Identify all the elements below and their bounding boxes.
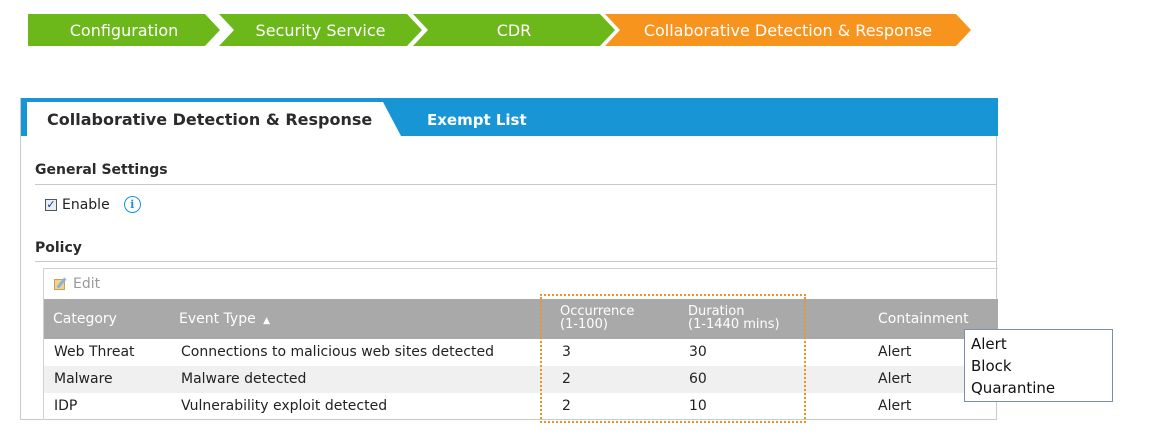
- edit-icon: [54, 276, 68, 291]
- tab-label: Exempt List: [427, 111, 527, 129]
- enable-label: Enable: [62, 196, 110, 213]
- dropdown-option-block[interactable]: Block: [971, 355, 1106, 377]
- section-divider: [35, 261, 997, 262]
- cell-containment[interactable]: Alert: [878, 398, 911, 414]
- cell-event-type: Connections to malicious web sites detec…: [181, 344, 494, 360]
- breadcrumb-label: Security Service: [255, 20, 386, 40]
- dropdown-option-quarantine[interactable]: Quarantine: [971, 377, 1106, 399]
- table-row[interactable]: IDP Vulnerability exploit detected 2 10 …: [44, 393, 998, 420]
- info-icon[interactable]: i: [123, 196, 141, 213]
- breadcrumb-configuration[interactable]: Configuration: [28, 14, 220, 46]
- containment-dropdown[interactable]: Alert Block Quarantine: [964, 329, 1113, 402]
- tab-exempt-list[interactable]: Exempt List: [427, 106, 527, 134]
- column-header-label: Event Type: [179, 311, 256, 327]
- tab-bar: Collaborative Detection & Response Exemp…: [21, 98, 998, 136]
- policy-title: Policy: [35, 240, 82, 256]
- general-settings-title: General Settings: [35, 162, 168, 178]
- cell-containment[interactable]: Alert: [878, 371, 911, 387]
- cell-category: Malware: [54, 371, 113, 387]
- cell-event-type: Malware detected: [181, 371, 307, 387]
- table-row[interactable]: Web Threat Connections to malicious web …: [44, 339, 998, 366]
- sort-ascending-icon: ▲: [263, 316, 271, 326]
- enable-checkbox[interactable]: ✓: [45, 198, 57, 211]
- cell-event-type: Vulnerability exploit detected: [181, 398, 388, 414]
- tab-collaborative-detection-response[interactable]: Collaborative Detection & Response: [27, 102, 401, 136]
- cell-category: IDP: [54, 398, 78, 414]
- occurrence-duration-highlight: [540, 294, 806, 423]
- table-header: Category Event Type ▲ Occurrence (1-100)…: [44, 299, 998, 339]
- breadcrumb-collaborative-detection-response[interactable]: Collaborative Detection & Response: [605, 14, 971, 46]
- breadcrumb-cdr[interactable]: CDR: [413, 14, 615, 46]
- edit-button[interactable]: Edit: [73, 276, 100, 292]
- column-header-event-type[interactable]: Event Type ▲: [179, 311, 270, 327]
- cdr-panel: Collaborative Detection & Response Exemp…: [20, 98, 998, 420]
- column-header-containment[interactable]: Containment: [878, 311, 969, 327]
- policy-toolbar: Edit: [44, 268, 998, 298]
- breadcrumb-label: Configuration: [69, 20, 179, 40]
- breadcrumb-security-service[interactable]: Security Service: [219, 14, 422, 46]
- breadcrumb-label: CDR: [496, 20, 532, 40]
- column-header-category[interactable]: Category: [53, 311, 117, 327]
- cell-category: Web Threat: [54, 344, 135, 360]
- policy-grid: Edit Category Event Type ▲ Occurrence (1…: [43, 268, 998, 420]
- breadcrumb-label: Collaborative Detection & Response: [643, 20, 933, 40]
- dropdown-option-alert[interactable]: Alert: [971, 333, 1106, 355]
- cell-containment[interactable]: Alert: [878, 344, 911, 360]
- enable-row: ✓ Enable i: [45, 196, 141, 213]
- table-row[interactable]: Malware Malware detected 2 60 Alert: [44, 366, 998, 393]
- section-divider: [35, 184, 997, 185]
- tab-label: Collaborative Detection & Response: [47, 109, 373, 129]
